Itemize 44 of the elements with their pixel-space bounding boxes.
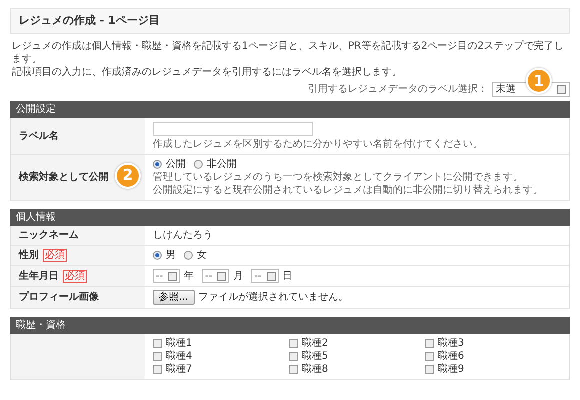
field-value: しけんたろう (153, 230, 213, 242)
checkbox-option[interactable]: 職種8 (288, 363, 425, 376)
browse-button[interactable]: 参照... (153, 290, 195, 306)
date-unit: 日 (282, 270, 293, 283)
date-select[interactable]: -- (202, 269, 230, 284)
radio-option[interactable]: 男 (153, 249, 176, 262)
field-note: 管理しているレジュメのうち一つを検索対象としてクライアントに公開できます。 (153, 171, 524, 184)
required-badge: 必須 (63, 270, 87, 283)
date-unit: 年 (184, 270, 194, 283)
text-input[interactable] (153, 122, 313, 136)
field-label: プロフィール画像 (19, 291, 99, 304)
checkbox-option[interactable]: 職種1 (153, 337, 289, 350)
section-header: 公開設定 (10, 101, 570, 118)
checkbox-option[interactable]: 職種9 (424, 363, 561, 376)
field-label: 生年月日 (19, 270, 59, 283)
callout-badge: 1 (526, 68, 552, 94)
radio-option[interactable]: 女 (184, 249, 207, 262)
checkbox-option[interactable]: 職種5 (288, 350, 425, 364)
section-header: 個人情報 (10, 209, 570, 226)
radio-option[interactable]: 非公開 (194, 158, 237, 172)
checkbox-option[interactable]: 職種6 (424, 350, 561, 364)
date-unit: 月 (233, 270, 244, 283)
field-label: ニックネーム (19, 229, 79, 242)
field-hint: 作成したレジュメを区別するために分かりやすい名前を付けてください。 (153, 138, 484, 152)
page-title: レジュメの作成 - 1ページ目 (10, 8, 570, 34)
intro-text: レジュメの作成は個人情報・職歴・資格を記載する1ページ目と、スキル、PR等を記載する2ページ目の2ステップで完了します。 (12, 40, 566, 66)
select-label: 引用するレジュメデータのラベル選択： (308, 83, 488, 96)
date-select[interactable]: -- (153, 269, 180, 284)
field-label: 検索対象として公開 (19, 171, 109, 184)
select-value: 未選 (496, 83, 517, 96)
section-header: 職歴・資格 (10, 317, 570, 334)
checkbox-option[interactable]: 職種7 (153, 363, 289, 376)
checkbox-option[interactable]: 職種2 (288, 337, 425, 350)
file-status: ファイルが選択されていません。 (198, 291, 349, 304)
field-note: 公開設定にすると現在公開されているレジュメは自動的に非公開に切り替えられます。 (153, 184, 544, 198)
radio-option[interactable]: 公開 (153, 158, 186, 172)
callout-badge: 2 (115, 162, 141, 189)
checkbox-option[interactable]: 職種3 (424, 337, 561, 350)
field-label: ラベル名 (19, 130, 59, 143)
field-label: 性別 (19, 249, 39, 262)
checkbox-option[interactable]: 職種4 (153, 350, 289, 364)
required-badge: 必須 (43, 249, 67, 262)
intro-text: 記載項目の入力に、作成済みのレジュメデータを引用するにはラベル名を選択します。 (12, 66, 403, 80)
date-select[interactable]: -- (251, 269, 279, 284)
